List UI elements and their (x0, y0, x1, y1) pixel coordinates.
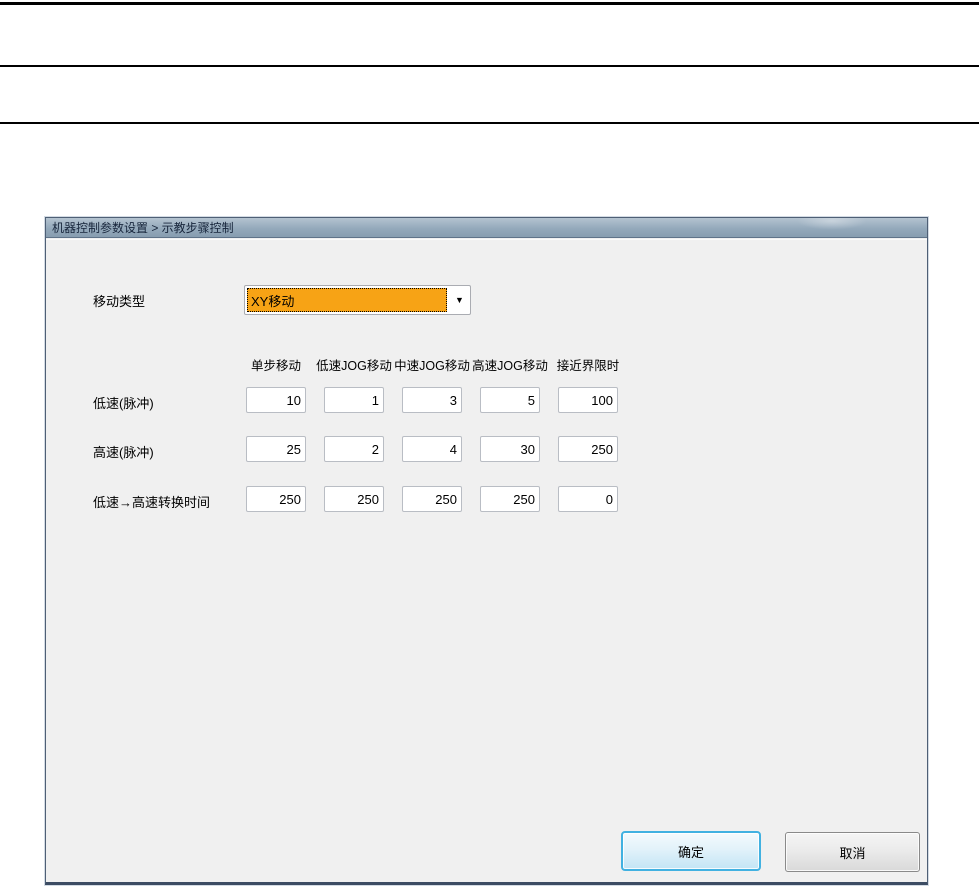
input-transition-mid-jog[interactable] (402, 486, 462, 512)
move-type-selected-value[interactable]: XY移动 (247, 288, 447, 312)
input-low-speed-mid-jog[interactable] (402, 387, 462, 413)
input-low-speed-near-limit[interactable] (558, 387, 618, 413)
input-high-speed-near-limit[interactable] (558, 436, 618, 462)
input-low-speed-low-jog[interactable] (324, 387, 384, 413)
input-transition-low-jog[interactable] (324, 486, 384, 512)
chevron-down-icon[interactable]: ▼ (449, 286, 470, 314)
row-label-low-speed: 低速(脉冲) (93, 396, 154, 411)
input-high-speed-step[interactable] (246, 436, 306, 462)
row-label-high-speed: 高速(脉冲) (93, 445, 154, 460)
input-low-speed-high-jog[interactable] (480, 387, 540, 413)
input-high-speed-low-jog[interactable] (324, 436, 384, 462)
column-header-low-jog: 低速JOG移动 (316, 359, 392, 373)
settings-dialog: 机器控制参数设置 > 示教步骤控制 移动类型 XY移动 ▼ 单步移动 低速JOG… (45, 217, 928, 885)
column-header-high-jog: 高速JOG移动 (472, 359, 548, 373)
row-label-transition-time: 低速→高速转换时间 (93, 495, 211, 510)
page-rule-bottom (0, 122, 979, 124)
page-rule-middle (0, 65, 979, 67)
dialog-titlebar[interactable]: 机器控制参数设置 > 示教步骤控制 (46, 218, 927, 238)
dialog-title: 机器控制参数设置 > 示教步骤控制 (52, 221, 234, 235)
input-low-speed-step[interactable] (246, 387, 306, 413)
cancel-button[interactable]: 取消 (785, 832, 920, 872)
input-transition-high-jog[interactable] (480, 486, 540, 512)
column-header-near-limit: 接近界限时 (556, 359, 620, 373)
column-header-step-move: 单步移动 (250, 359, 301, 373)
input-transition-step[interactable] (246, 486, 306, 512)
move-type-label: 移动类型 (93, 294, 146, 309)
dialog-content: 移动类型 XY移动 ▼ 单步移动 低速JOG移动 中速JOG移动 高速JOG移动… (46, 239, 927, 882)
page-rule-top (0, 2, 979, 5)
input-high-speed-high-jog[interactable] (480, 436, 540, 462)
column-header-mid-jog: 中速JOG移动 (394, 359, 470, 373)
ok-button[interactable]: 确定 (621, 831, 761, 871)
move-type-combobox[interactable]: XY移动 ▼ (244, 285, 471, 315)
input-transition-near-limit[interactable] (558, 486, 618, 512)
input-high-speed-mid-jog[interactable] (402, 436, 462, 462)
